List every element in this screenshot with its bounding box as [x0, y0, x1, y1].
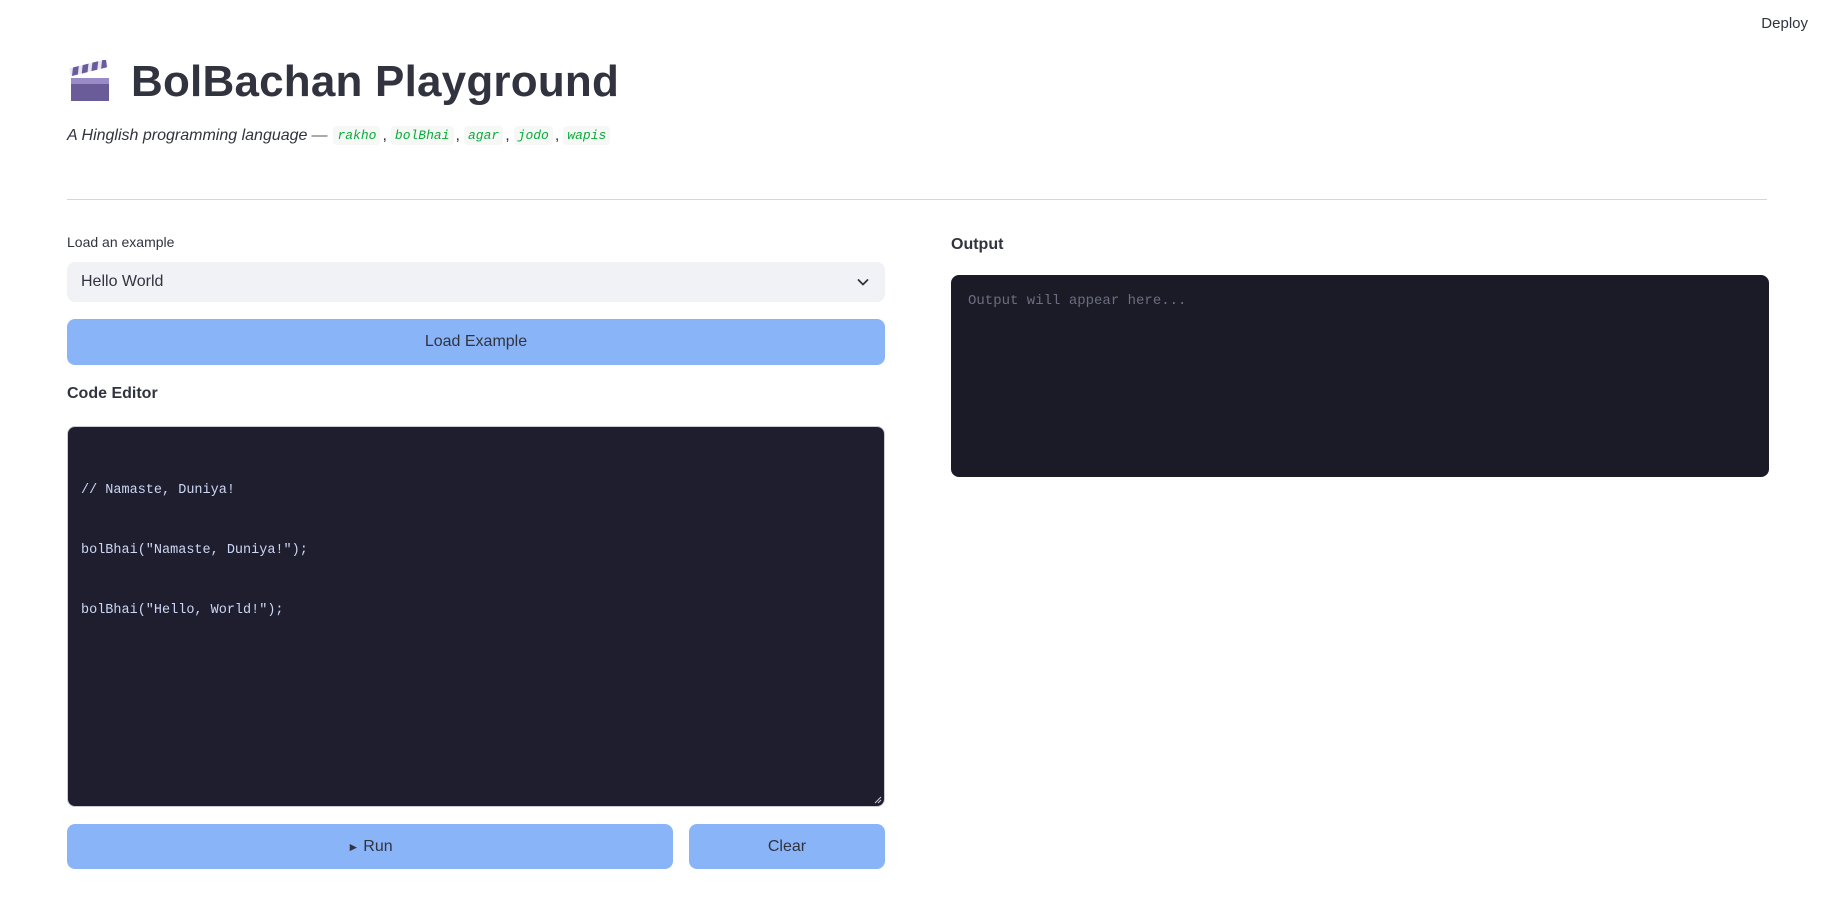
- action-buttons: ► Run Clear: [67, 824, 885, 869]
- run-button[interactable]: ► Run: [67, 824, 673, 869]
- clapperboard-icon: [69, 60, 109, 101]
- keyword-chip: wapis: [563, 126, 611, 145]
- keyword-chip: agar: [463, 126, 504, 145]
- load-example-button[interactable]: Load Example: [67, 319, 885, 365]
- left-column: Load an example Hello World Load Example…: [67, 234, 885, 869]
- subtitle-text: A Hinglish programming language: [67, 126, 308, 144]
- right-column: Output Output will appear here...: [951, 234, 1769, 477]
- code-editor[interactable]: // Namaste, Duniya! bolBhai("Namaste, Du…: [67, 426, 885, 807]
- chevron-down-icon: [857, 279, 869, 286]
- subtitle-dash: —: [311, 126, 328, 144]
- keyword-separator: ,: [554, 126, 560, 144]
- output-panel: Output will appear here...: [951, 275, 1769, 477]
- title-row: BolBachan Playground: [67, 52, 1767, 112]
- keyword-chip: bolBhai: [390, 126, 454, 145]
- keyword-separator: ,: [505, 126, 510, 144]
- example-select-value: Hello World: [81, 273, 164, 290]
- play-icon: ►: [347, 839, 360, 854]
- keyword-chip: jodo: [513, 126, 553, 145]
- page-header: BolBachan Playground A Hinglish programm…: [67, 52, 1767, 145]
- code-line: // Namaste, Duniya!: [81, 483, 235, 498]
- code-editor-label: Code Editor: [67, 385, 158, 402]
- page-title: BolBachan Playground: [131, 57, 620, 106]
- code-line: bolBhai("Hello, World!");: [81, 603, 284, 618]
- keyword-chip: rakho: [333, 126, 381, 145]
- top-bar: Deploy: [0, 0, 1830, 46]
- clear-button[interactable]: Clear: [689, 824, 885, 869]
- resize-handle-icon[interactable]: [872, 794, 882, 804]
- example-select-label: Load an example: [67, 234, 175, 250]
- run-button-label: Run: [363, 837, 393, 855]
- keyword-separator: ,: [382, 126, 387, 144]
- output-placeholder: Output will appear here...: [968, 293, 1187, 309]
- output-label: Output: [951, 236, 1004, 253]
- example-select[interactable]: Hello World: [67, 262, 885, 302]
- code-line: bolBhai("Namaste, Duniya!");: [81, 543, 308, 558]
- page-subtitle: A Hinglish programming language — rakho,…: [67, 126, 1767, 145]
- keyword-separator: ,: [455, 126, 460, 144]
- header-divider: [67, 199, 1767, 200]
- deploy-button[interactable]: Deploy: [1757, 13, 1812, 34]
